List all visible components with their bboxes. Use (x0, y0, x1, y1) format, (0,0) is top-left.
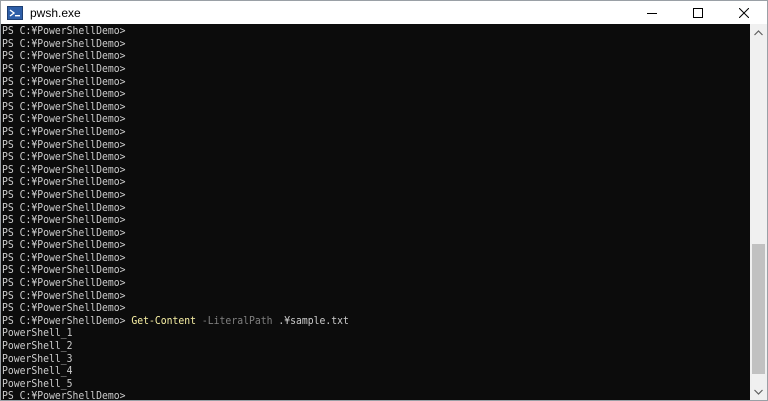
prompt-line: PS C:¥PowerShellDemo> (2, 101, 349, 114)
command-parameter: -LiteralPath (201, 314, 273, 327)
title-bar[interactable]: pwsh.exe (1, 1, 767, 24)
prompt-line: PS C:¥PowerShellDemo> (2, 252, 349, 265)
prompt-line: PS C:¥PowerShellDemo> (2, 202, 349, 215)
prompt-line: PS C:¥PowerShellDemo> (2, 264, 349, 277)
prompt-line: PS C:¥PowerShellDemo> (2, 76, 349, 89)
close-icon (739, 7, 749, 18)
prompt-text: PS C:¥PowerShellDemo> (2, 88, 126, 101)
prompt-text: PS C:¥PowerShellDemo> (2, 214, 126, 227)
prompt-text: PS C:¥PowerShellDemo> (2, 100, 126, 113)
output-line: PowerShell_2 (2, 340, 73, 353)
command-name: Get-Content (131, 314, 197, 327)
prompt-text: PS C:¥PowerShellDemo> (2, 25, 126, 38)
prompt-text: PS C:¥PowerShellDemo> (2, 239, 126, 252)
prompt-line: PS C:¥PowerShellDemo> (2, 227, 349, 240)
vertical-scrollbar[interactable] (750, 24, 767, 400)
prompt-line: PS C:¥PowerShellDemo> (2, 302, 349, 315)
prompt-text: PS C:¥PowerShellDemo> (2, 251, 126, 264)
minimize-icon (647, 12, 657, 14)
prompt-line: PS C:¥PowerShellDemo> (2, 277, 349, 290)
prompt-line: PS C:¥PowerShellDemo> (2, 126, 349, 139)
command-line: PS C:¥PowerShellDemo> Get-Content -Liter… (2, 315, 349, 328)
powershell-app-icon[interactable] (7, 5, 23, 21)
output-line: PowerShell_1 (2, 327, 73, 340)
prompt-line: PS C:¥PowerShellDemo> (2, 63, 349, 76)
maximize-icon (693, 7, 703, 18)
prompt-text: PS C:¥PowerShellDemo> (2, 188, 126, 201)
window-controls (629, 1, 767, 24)
minimize-button[interactable] (629, 1, 675, 24)
prompt-text: PS C:¥PowerShellDemo> (2, 125, 126, 138)
prompt-text: PS C:¥PowerShellDemo> (2, 37, 126, 50)
scroll-up-button[interactable] (750, 24, 767, 41)
scrollbar-thumb[interactable] (752, 244, 765, 374)
window-title: pwsh.exe (30, 5, 81, 20)
prompt-text: PS C:¥PowerShellDemo> (2, 302, 126, 315)
prompt-text: PS C:¥PowerShellDemo> (2, 163, 126, 176)
output-line: PowerShell_4 (2, 365, 73, 378)
console-area[interactable]: PS C:¥PowerShellDemo> PS C:¥PowerShellDem… (1, 24, 750, 400)
scroll-down-arrow-icon (754, 389, 763, 395)
prompt-line: PS C:¥PowerShellDemo> (2, 214, 349, 227)
prompt-text: PS C:¥PowerShellDemo> (2, 277, 126, 290)
terminal-window: pwsh.exe PS C:¥PowerShellDemo>PS C:¥Pow (0, 0, 768, 401)
prompt-line-current: PS C:¥PowerShellDemo> (2, 390, 349, 400)
prompt-line: PS C:¥PowerShellDemo> (2, 38, 349, 51)
prompt-text: PS C:¥PowerShellDemo> (2, 264, 126, 277)
console-output: PS C:¥PowerShellDemo> PS C:¥PowerShellDem… (2, 24, 349, 400)
prompt-line: PS C:¥PowerShellDemo> (2, 239, 349, 252)
prompt-line: PS C:¥PowerShellDemo> (2, 25, 349, 38)
prompt-text: PS C:¥PowerShellDemo> (2, 151, 126, 164)
scroll-down-button[interactable] (750, 383, 767, 400)
prompt-text: PS C:¥PowerShellDemo> (2, 75, 126, 88)
prompt-line: PS C:¥PowerShellDemo> (2, 164, 349, 177)
prompt-line: PS C:¥PowerShellDemo> (2, 50, 349, 63)
close-button[interactable] (721, 1, 767, 24)
prompt-line: PS C:¥PowerShellDemo> (2, 189, 349, 202)
prompt-line: PS C:¥PowerShellDemo> (2, 151, 349, 164)
prompt-text: PS C:¥PowerShellDemo> (2, 226, 126, 239)
prompt-text: PS C:¥PowerShellDemo> (2, 50, 126, 63)
prompt-text: PS C:¥PowerShellDemo> (2, 62, 126, 75)
prompt-text: PS C:¥PowerShellDemo> (2, 390, 126, 400)
prompt-text: PS C:¥PowerShellDemo> (2, 201, 126, 214)
prompt-text: PS C:¥PowerShellDemo> (2, 176, 126, 189)
output-line: PowerShell_5 (2, 377, 73, 390)
prompt-line: PS C:¥PowerShellDemo> (2, 176, 349, 189)
prompt-line: PS C:¥PowerShellDemo> (2, 290, 349, 303)
maximize-button[interactable] (675, 1, 721, 24)
prompt-text: PS C:¥PowerShellDemo> (2, 289, 126, 302)
prompt-text: PS C:¥PowerShellDemo> (2, 113, 126, 126)
prompt-line: PS C:¥PowerShellDemo> (2, 139, 349, 152)
prompt-line: PS C:¥PowerShellDemo> (2, 113, 349, 126)
prompt-line: PS C:¥PowerShellDemo> (2, 88, 349, 101)
output-line: PowerShell_3 (2, 352, 73, 365)
prompt-text: PS C:¥PowerShellDemo> (2, 138, 126, 151)
prompt-text: PS C:¥PowerShellDemo> (2, 314, 126, 327)
command-argument: .¥sample.txt (278, 314, 349, 327)
scroll-up-arrow-icon (754, 29, 763, 35)
